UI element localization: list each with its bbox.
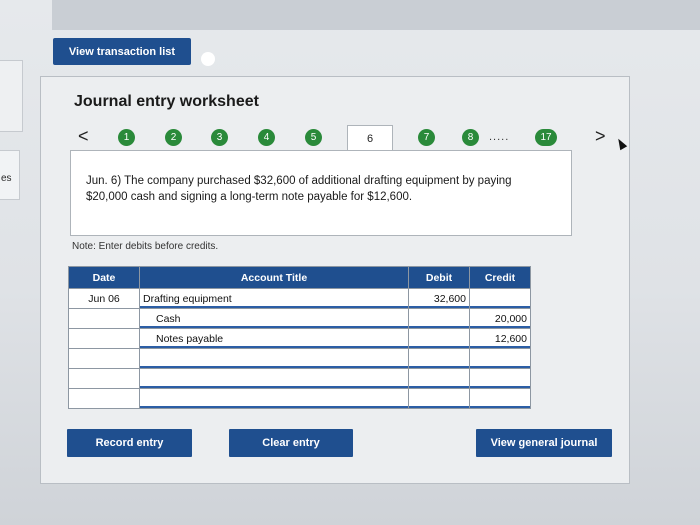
step-ellipsis: ..... (489, 131, 510, 143)
date-cell[interactable]: Jun 06 (68, 288, 140, 309)
table-row (68, 368, 531, 389)
step-2[interactable]: 2 (165, 129, 182, 146)
step-17[interactable]: 17 (535, 129, 557, 146)
header-account-title: Account Title (139, 266, 409, 289)
prev-arrow-icon[interactable]: < (78, 126, 89, 147)
header-date: Date (68, 266, 140, 289)
date-cell[interactable] (68, 328, 140, 349)
left-side-tab[interactable]: es (0, 150, 20, 200)
debit-cell[interactable] (408, 368, 470, 389)
table-row (68, 348, 531, 369)
header-debit: Debit (408, 266, 470, 289)
debit-cell[interactable] (408, 308, 470, 329)
header-credit: Credit (469, 266, 531, 289)
debit-cell[interactable]: 32,600 (408, 288, 470, 309)
worksheet-title: Journal entry worksheet (74, 93, 259, 110)
record-entry-button[interactable]: Record entry (67, 429, 192, 457)
table-row: Jun 06 Drafting equipment 32,600 (68, 288, 531, 309)
journal-table: Date Account Title Debit Credit Jun 06 D… (68, 266, 531, 409)
step-5[interactable]: 5 (305, 129, 322, 146)
debit-cell[interactable] (408, 348, 470, 369)
date-cell[interactable] (68, 348, 140, 369)
status-dot (201, 52, 215, 66)
step-1[interactable]: 1 (118, 129, 135, 146)
date-cell[interactable] (68, 368, 140, 389)
step-3[interactable]: 3 (211, 129, 228, 146)
credit-cell[interactable] (469, 288, 531, 309)
account-cell[interactable] (139, 388, 409, 409)
clear-entry-button[interactable]: Clear entry (229, 429, 353, 457)
debit-cell[interactable] (408, 328, 470, 349)
credit-cell[interactable] (469, 368, 531, 389)
table-row: Cash 20,000 (68, 308, 531, 329)
left-side-tab-label: es (1, 173, 12, 184)
table-header-row: Date Account Title Debit Credit (68, 266, 531, 289)
step-6-active[interactable]: 6 (347, 125, 393, 152)
credit-cell[interactable]: 20,000 (469, 308, 531, 329)
account-cell[interactable]: Cash (139, 308, 409, 329)
view-general-journal-button[interactable]: View general journal (476, 429, 612, 457)
credit-cell[interactable]: 12,600 (469, 328, 531, 349)
view-transaction-list-button[interactable]: View transaction list (53, 38, 191, 65)
table-row (68, 388, 531, 409)
left-side-tab-top[interactable] (0, 60, 23, 132)
credit-cell[interactable] (469, 348, 531, 369)
account-cell[interactable] (139, 368, 409, 389)
account-cell[interactable] (139, 348, 409, 369)
debit-cell[interactable] (408, 388, 470, 409)
next-arrow-icon[interactable]: > (595, 126, 606, 147)
table-row: Notes payable 12,600 (68, 328, 531, 349)
date-cell[interactable] (68, 308, 140, 329)
transaction-description: Jun. 6) The company purchased $32,600 of… (86, 175, 512, 203)
account-cell[interactable]: Drafting equipment (139, 288, 409, 309)
note-text: Note: Enter debits before credits. (72, 241, 219, 252)
step-8[interactable]: 8 (462, 129, 479, 146)
date-cell[interactable] (68, 388, 140, 409)
step-7[interactable]: 7 (418, 129, 435, 146)
credit-cell[interactable] (469, 388, 531, 409)
step-4[interactable]: 4 (258, 129, 275, 146)
top-bar (52, 0, 700, 30)
account-cell[interactable]: Notes payable (139, 328, 409, 349)
